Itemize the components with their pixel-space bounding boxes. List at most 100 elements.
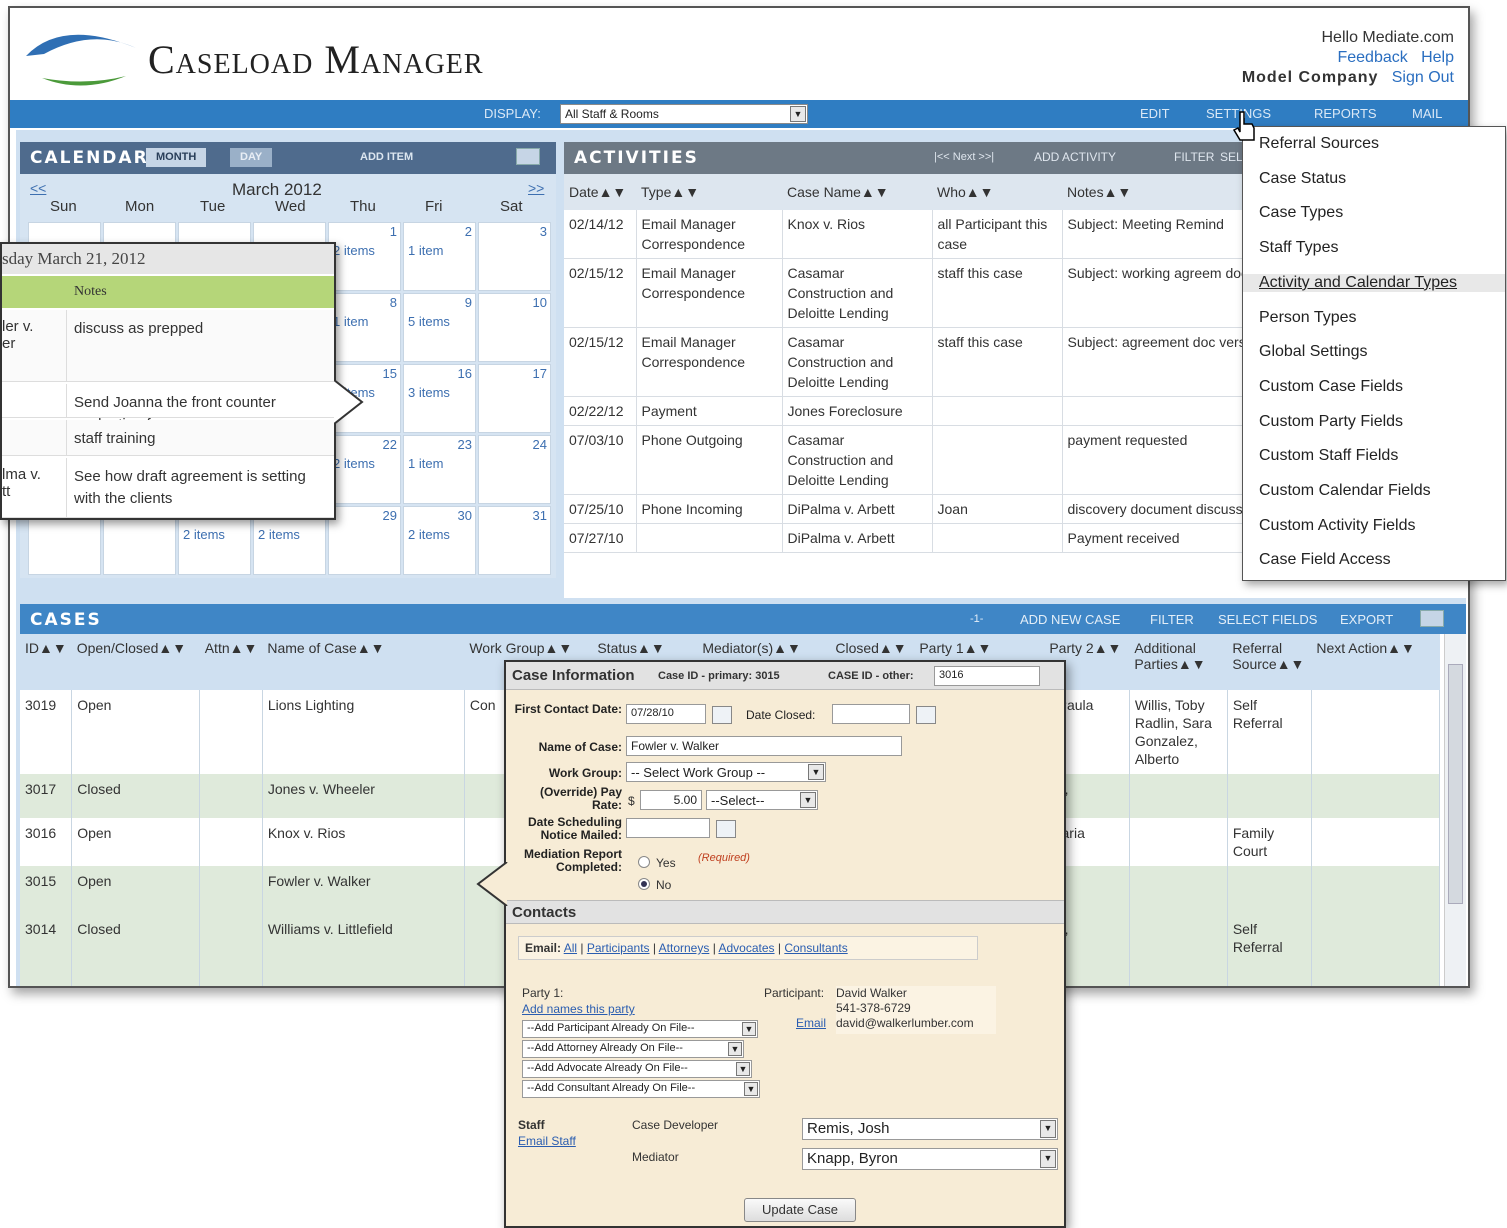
- settings-menu-item[interactable]: Case Status: [1259, 170, 1346, 188]
- settings-menu-item[interactable]: Referral Sources: [1259, 135, 1379, 153]
- activities-pager[interactable]: |<< Next >>|: [924, 148, 1004, 167]
- settings-menu-item[interactable]: Custom Party Fields: [1259, 413, 1403, 431]
- settings-menu-item[interactable]: Staff Types: [1259, 239, 1338, 257]
- day-note-row[interactable]: staff training: [2, 420, 334, 456]
- calendar-day-cell[interactable]: 2 1 item: [403, 222, 476, 291]
- settings-menu-item[interactable]: Custom Case Fields: [1259, 378, 1403, 396]
- case-col-header[interactable]: Additional Parties▲▼: [1129, 634, 1227, 690]
- email-staff-link[interactable]: Email Staff: [518, 1134, 576, 1148]
- calendar-day-cell[interactable]: 22 2 items: [328, 435, 401, 504]
- email-filter-link[interactable]: Consultants: [784, 941, 847, 955]
- calendar-icon[interactable]: [712, 706, 732, 724]
- calendar-day-cell[interactable]: 16 3 items: [403, 364, 476, 433]
- add-new-case-link[interactable]: ADD NEW CASE: [1010, 610, 1130, 629]
- pay-rate-select[interactable]: --Select-- ▼: [706, 790, 818, 810]
- case-id-other-input[interactable]: 3016: [934, 666, 1040, 686]
- day-items-link[interactable]: 3 items: [408, 385, 450, 400]
- cal-next-link[interactable]: >>: [528, 180, 544, 196]
- settings-menu-item[interactable]: Person Types: [1259, 309, 1357, 327]
- day-items-link[interactable]: 5 items: [408, 314, 450, 329]
- settings-menu-item[interactable]: Custom Calendar Fields: [1259, 482, 1431, 500]
- case-col-header[interactable]: Next Action▲▼: [1311, 634, 1439, 690]
- case-name-input[interactable]: Fowler v. Walker: [626, 736, 902, 756]
- activity-col-header[interactable]: Date▲▼: [564, 174, 636, 210]
- help-link[interactable]: Help: [1421, 49, 1454, 66]
- collapse-icon[interactable]: [516, 148, 540, 165]
- display-select[interactable]: All Staff & Rooms ▼: [560, 104, 808, 124]
- case-col-header[interactable]: Referral Source▲▼: [1227, 634, 1311, 690]
- calendar-day-cell[interactable]: 31: [478, 506, 551, 575]
- cases-page[interactable]: -1-: [960, 610, 993, 629]
- add-contact-select[interactable]: --Add Advocate Already On File-- ▼: [522, 1060, 752, 1078]
- add-names-link[interactable]: Add names this party: [522, 1002, 635, 1016]
- case-col-header[interactable]: Attn▲▼: [200, 634, 263, 690]
- day-items-link[interactable]: 2 items: [333, 243, 375, 258]
- case-dev-select[interactable]: Remis, Josh ▼: [802, 1118, 1058, 1140]
- settings-menu-item[interactable]: Case Field Access: [1259, 551, 1391, 569]
- calendar-day-cell[interactable]: 9 5 items: [403, 293, 476, 362]
- activity-col-header[interactable]: Case Name▲▼: [782, 174, 932, 210]
- calendar-day-cell[interactable]: 3: [478, 222, 551, 291]
- activity-col-header[interactable]: Who▲▼: [932, 174, 1062, 210]
- radio-no[interactable]: [638, 878, 650, 890]
- settings-menu-item[interactable]: Custom Staff Fields: [1259, 447, 1398, 465]
- calendar-day-cell[interactable]: 30 2 items: [403, 506, 476, 575]
- date-closed-input[interactable]: [832, 704, 910, 724]
- calendar-day-cell[interactable]: 23 1 item: [403, 435, 476, 504]
- day-button[interactable]: DAY: [230, 148, 273, 167]
- calendar-day-cell[interactable]: 10: [478, 293, 551, 362]
- settings-menu-item[interactable]: Global Settings: [1259, 343, 1368, 361]
- calendar-icon[interactable]: [916, 706, 936, 724]
- radio-yes[interactable]: [638, 856, 650, 868]
- email-filter-link[interactable]: Advocates: [718, 941, 774, 955]
- update-case-button[interactable]: Update Case: [744, 1198, 856, 1222]
- calendar-day-cell[interactable]: 29: [328, 506, 401, 575]
- calendar-day-cell[interactable]: 17: [478, 364, 551, 433]
- nav-mail[interactable]: MAIL: [1412, 106, 1442, 121]
- sched-notice-input[interactable]: [626, 818, 710, 838]
- add-contact-select[interactable]: --Add Consultant Already On File-- ▼: [522, 1080, 760, 1098]
- cases-collapse-icon[interactable]: [1420, 610, 1444, 627]
- mediator-select[interactable]: Knapp, Byron ▼: [802, 1148, 1058, 1170]
- cal-prev-link[interactable]: <<: [30, 180, 46, 196]
- nav-edit[interactable]: EDIT: [1140, 106, 1170, 121]
- case-col-header[interactable]: Name of Case▲▼: [262, 634, 464, 690]
- calendar-day-cell[interactable]: 8 1 item: [328, 293, 401, 362]
- add-activity-link[interactable]: ADD ACTIVITY: [1024, 148, 1126, 167]
- add-contact-select[interactable]: --Add Attorney Already On File-- ▼: [522, 1040, 744, 1058]
- day-items-link[interactable]: 2 items: [333, 456, 375, 471]
- first-contact-input[interactable]: 07/28/10: [626, 704, 706, 724]
- add-contact-select[interactable]: --Add Participant Already On File-- ▼: [522, 1020, 758, 1038]
- day-note-row[interactable]: lma v. tt See how draft agreement is sett…: [2, 458, 334, 518]
- scrollbar-thumb[interactable]: [1448, 664, 1463, 904]
- cases-scrollbar[interactable]: [1444, 634, 1466, 986]
- work-group-select[interactable]: -- Select Work Group -- ▼: [626, 762, 826, 782]
- export-link[interactable]: EXPORT: [1330, 610, 1403, 629]
- calendar-day-cell[interactable]: 1 2 items: [328, 222, 401, 291]
- day-note-row[interactable]: Send Joanna the front counter evaluation…: [2, 384, 334, 433]
- settings-menu-item[interactable]: Custom Activity Fields: [1259, 517, 1415, 535]
- email-filter-link[interactable]: Participants: [587, 941, 650, 955]
- settings-menu-item[interactable]: Case Types: [1259, 204, 1343, 222]
- case-col-header[interactable]: ID▲▼: [20, 634, 72, 690]
- calendar-day-cell[interactable]: 24: [478, 435, 551, 504]
- feedback-link[interactable]: Feedback: [1337, 49, 1407, 66]
- email-filter-link[interactable]: All: [564, 941, 577, 955]
- day-items-link[interactable]: 1 item: [333, 314, 368, 329]
- add-item-button[interactable]: ADD ITEM: [350, 148, 423, 167]
- day-items-link[interactable]: 1 item: [408, 243, 443, 258]
- email-filter-link[interactable]: Attorneys: [659, 941, 710, 955]
- day-note-row[interactable]: ler v. er discuss as prepped: [2, 310, 334, 382]
- nav-reports[interactable]: REPORTS: [1314, 106, 1377, 121]
- activity-col-header[interactable]: Type▲▼: [636, 174, 782, 210]
- day-items-link[interactable]: 1 item: [408, 456, 443, 471]
- participant-email-link[interactable]: Email: [796, 1016, 826, 1031]
- day-items-link[interactable]: 2 items: [408, 527, 450, 542]
- day-items-link[interactable]: 2 items: [183, 527, 225, 542]
- month-button[interactable]: MONTH: [146, 148, 207, 167]
- cases-filter-link[interactable]: FILTER: [1140, 610, 1204, 629]
- settings-menu-item[interactable]: Activity and Calendar Types: [1243, 273, 1505, 292]
- pay-rate-input[interactable]: 5.00: [640, 790, 702, 810]
- day-items-link[interactable]: 2 items: [258, 527, 300, 542]
- calendar-icon[interactable]: [716, 820, 736, 838]
